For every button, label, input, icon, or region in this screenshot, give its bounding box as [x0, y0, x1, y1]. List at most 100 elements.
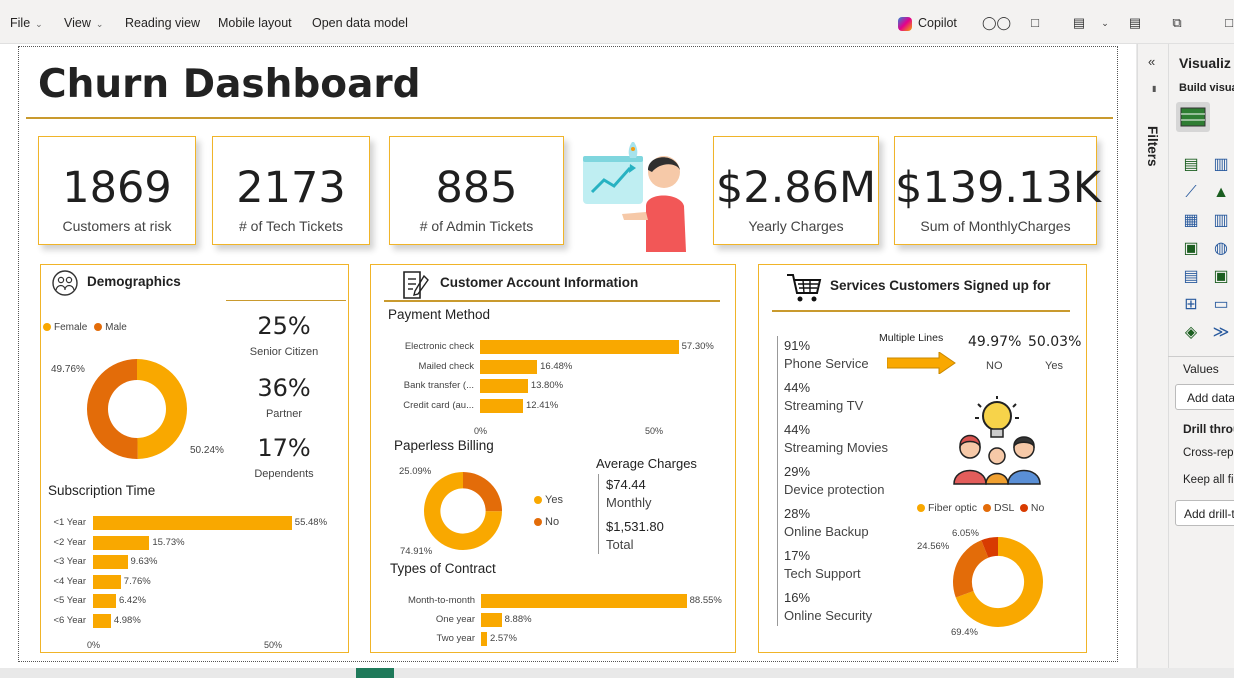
cross-report-toggle[interactable]: Cross-repo	[1183, 447, 1234, 459]
page-tabs-bar	[0, 668, 1234, 678]
bar[interactable]	[93, 555, 128, 569]
table-icon[interactable]: ▤	[1180, 266, 1202, 288]
partner-label: Partner	[265, 408, 303, 420]
bar-category-label: <6 Year	[53, 614, 87, 626]
filters-pane-label[interactable]: Filters	[1145, 126, 1160, 167]
bar[interactable]	[93, 594, 116, 608]
kpi-label: # of Tech Tickets	[238, 218, 343, 234]
notes-icon[interactable]: ▤	[1126, 14, 1144, 32]
service-pct: 44%	[784, 422, 811, 437]
area-chart-icon[interactable]: ▲	[1210, 182, 1232, 204]
drill-through-label: Drill throu	[1183, 422, 1234, 436]
column-chart-icon[interactable]: ▥	[1210, 154, 1232, 176]
table-icon	[1180, 107, 1206, 127]
axis-label: 0%	[87, 640, 101, 650]
kpi-value: 885	[435, 163, 518, 213]
bar[interactable]	[481, 594, 687, 608]
matrix-icon[interactable]: ▣	[1180, 238, 1202, 260]
service-name: Device protection	[784, 482, 885, 497]
filter-small-icon: ▮	[1152, 84, 1157, 93]
comment-icon[interactable]: □	[1026, 14, 1044, 32]
view-menu[interactable]: View ⌄	[64, 16, 103, 30]
invoice-icon	[403, 271, 429, 299]
share-icon[interactable]: ⧉	[1168, 14, 1186, 32]
senior-value: 25%	[257, 312, 311, 340]
stacked-bar-icon[interactable]: ▤	[1180, 154, 1202, 176]
qa-icon[interactable]: ▭	[1210, 294, 1232, 316]
bar-category-label: One year	[435, 614, 475, 625]
keep-all-filters-toggle[interactable]: Keep all fi	[1183, 474, 1234, 486]
bar[interactable]	[481, 613, 502, 627]
reading-view-button[interactable]: Reading view	[125, 16, 200, 30]
service-name: Streaming TV	[784, 398, 864, 413]
open-data-model-button[interactable]: Open data model	[312, 16, 408, 30]
bar-category-label: Mailed check	[418, 360, 474, 372]
senior-label: Senior Citizen	[249, 346, 319, 358]
copilot-button[interactable]: Copilot	[898, 16, 957, 31]
bookmark-icon[interactable]: ▤	[1070, 14, 1088, 32]
donut-slice-no[interactable]	[462, 472, 502, 512]
bar-value-label: 8.88%	[504, 614, 532, 625]
active-page-tab[interactable]	[356, 668, 394, 678]
bar[interactable]	[481, 632, 487, 646]
legend-female: Female	[54, 322, 88, 333]
bar[interactable]	[93, 574, 121, 589]
internet-no-pct: 6.05%	[952, 528, 979, 539]
collapse-icon[interactable]: «	[1148, 54, 1155, 69]
map-icon[interactable]: ◍	[1210, 238, 1232, 260]
gender-donut-chart[interactable]	[86, 358, 188, 460]
legend-dot	[94, 323, 103, 332]
internet-dsl-pct: 24.56%	[917, 541, 950, 552]
ml-no-value: 49.97%	[968, 334, 1022, 350]
diamond-icon[interactable]: ◈	[1180, 322, 1202, 344]
legend-dot	[917, 504, 925, 513]
narrative-icon[interactable]: ≫	[1210, 322, 1232, 344]
kpi-card[interactable]: 885 # of Admin Tickets	[389, 136, 564, 245]
bar[interactable]	[480, 379, 528, 393]
bar[interactable]	[480, 359, 538, 374]
bar-value-label: 88.55%	[689, 595, 722, 606]
bar[interactable]	[93, 613, 111, 628]
legend-yes: Yes	[534, 494, 563, 506]
kpi-card[interactable]: $139.13K Sum of MonthlyCharges	[894, 136, 1101, 245]
legend-fiber: Fiber optic	[928, 502, 978, 514]
more-icon[interactable]: □	[1220, 14, 1234, 32]
add-drill-through-field[interactable]: Add drill-t	[1175, 500, 1234, 526]
bar[interactable]	[480, 398, 524, 413]
file-menu[interactable]: File ⌄	[10, 16, 43, 30]
kpi-card[interactable]: 2173 # of Tech Tickets	[212, 136, 370, 245]
kpi-card[interactable]: $2.86M Yearly Charges	[713, 136, 879, 245]
paperless-donut-chart[interactable]	[423, 471, 503, 551]
contract-title: Types of Contract	[390, 561, 496, 576]
service-pct: 29%	[784, 464, 811, 479]
bar[interactable]	[480, 340, 679, 354]
page-title: Churn Dashboard	[38, 62, 421, 107]
ribbon-chart-icon[interactable]: ▦	[1180, 210, 1202, 232]
legend-dsl: DSL	[993, 502, 1014, 514]
donut-slice-dsl[interactable]	[953, 540, 989, 598]
waterfall-icon[interactable]: ▥	[1210, 210, 1232, 232]
kpi-icon[interactable]: ▣	[1210, 266, 1232, 288]
avg-monthly-label: Monthly	[606, 495, 652, 510]
add-data-field[interactable]: Add data	[1175, 384, 1234, 410]
male-pct-label: 50.24%	[190, 445, 224, 456]
donut-slice-female[interactable]	[137, 359, 187, 459]
kpi-card[interactable]: 1869 Customers at risk	[38, 136, 196, 245]
mobile-layout-button[interactable]: Mobile layout	[218, 16, 292, 30]
line-chart-icon[interactable]: ⟋	[1180, 182, 1202, 204]
donut-slice-male[interactable]	[86, 359, 138, 459]
chevron-down-icon[interactable]: ⌄	[1096, 14, 1114, 32]
values-label: Values	[1183, 362, 1219, 376]
bar-value-label: 57.30%	[681, 341, 714, 352]
bar[interactable]	[93, 535, 150, 550]
ml-yes-value: 50.03%	[1028, 334, 1082, 350]
build-visual-button[interactable]	[1176, 102, 1210, 132]
gender-legend: Female Male	[43, 322, 127, 333]
binoculars-icon[interactable]: ◯◯	[982, 14, 1011, 32]
internet-donut-chart[interactable]	[952, 536, 1044, 628]
payment-title: Payment Method	[388, 307, 491, 322]
bar[interactable]	[93, 516, 292, 530]
axis-label: 0%	[474, 426, 488, 436]
ml-yes-label: Yes	[1045, 360, 1063, 372]
decomposition-tree-icon[interactable]: ⊞	[1180, 294, 1202, 316]
